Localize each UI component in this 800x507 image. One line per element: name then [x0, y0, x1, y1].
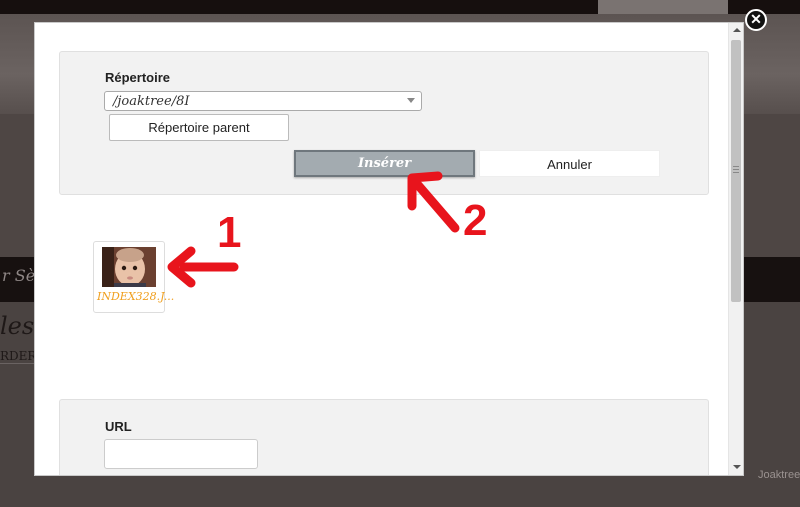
- annotation-marker-2: 2: [463, 196, 488, 245]
- arrow-2-icon: [407, 171, 460, 233]
- annotation-arrows: [167, 171, 460, 288]
- annotation-marker-1: 1: [217, 208, 242, 257]
